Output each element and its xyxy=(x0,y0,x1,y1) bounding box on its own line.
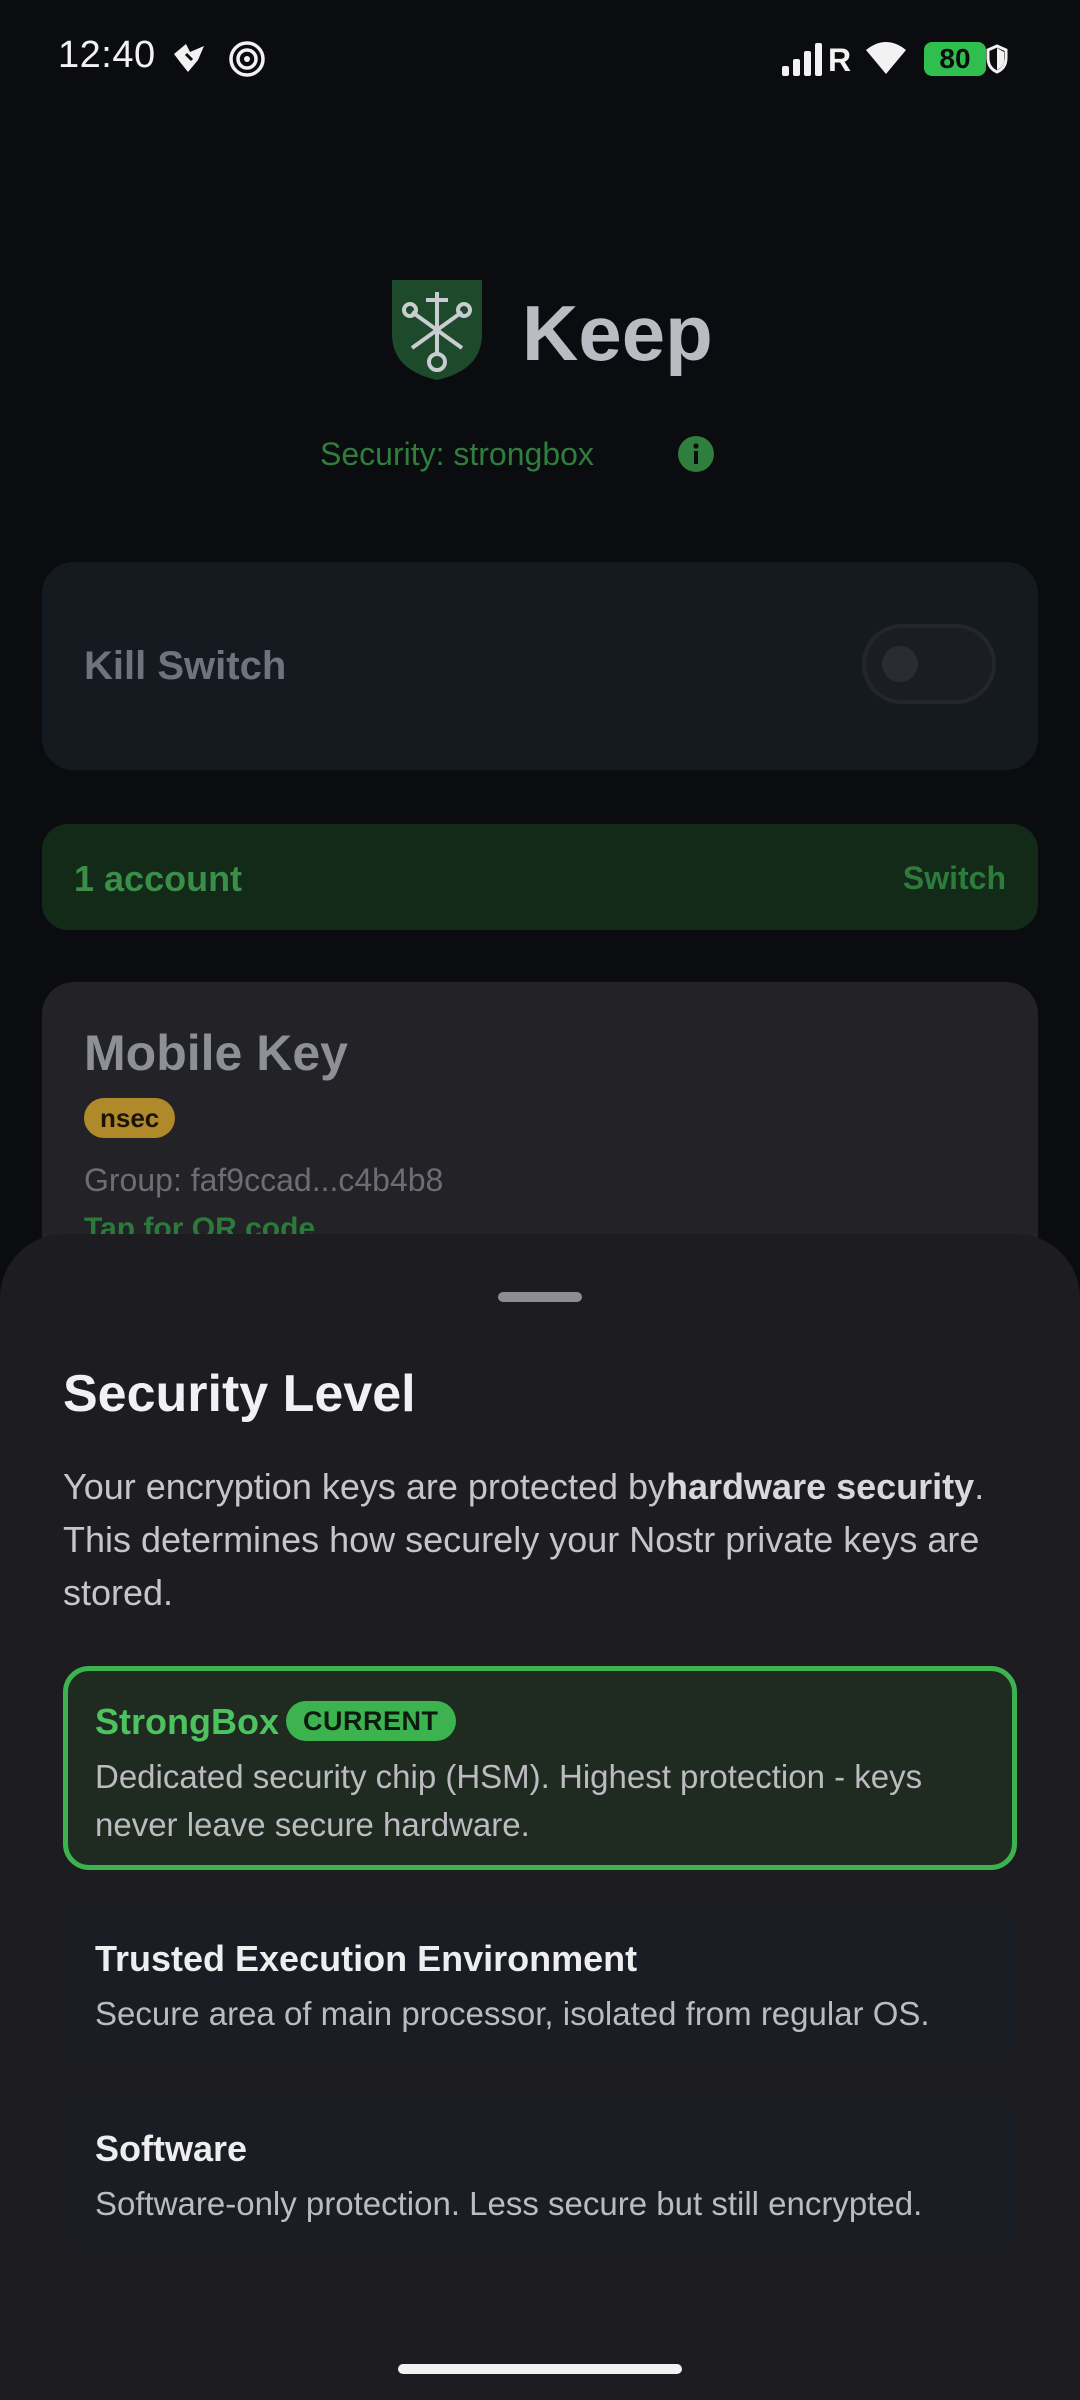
app-title: Keep xyxy=(522,289,713,377)
sheet-description: Your encryption keys are protected byhar… xyxy=(63,1460,1023,1619)
account-count: 1 account xyxy=(74,858,243,899)
kill-switch-toggle[interactable] xyxy=(862,624,996,704)
battery-level: 80 xyxy=(939,43,971,74)
option-title: Trusted Execution Environment xyxy=(95,1938,638,1979)
carrier-indicator: R xyxy=(828,42,852,78)
security-status[interactable]: Security: strongbox xyxy=(0,436,1080,476)
current-badge: CURRENT xyxy=(286,1701,456,1741)
option-title: StrongBox xyxy=(95,1701,279,1742)
key-group-id: Group: faf9ccad...c4b4b8 xyxy=(84,1162,444,1198)
option-description: Software-only protection. Less secure bu… xyxy=(95,2185,923,2222)
keep-logo-icon xyxy=(392,280,482,380)
target-icon xyxy=(229,41,265,77)
security-option-software[interactable]: Software Software-only protection. Less … xyxy=(63,2094,1017,2252)
home-indicator[interactable] xyxy=(398,2364,682,2374)
shield-icon xyxy=(986,44,1008,74)
accounts-card[interactable]: 1 account Switch xyxy=(42,824,1038,930)
status-bar: 12:40 R 80 xyxy=(0,0,1080,116)
sheet-title: Security Level xyxy=(63,1365,416,1423)
security-option-tee[interactable]: Trusted Execution Environment Secure are… xyxy=(63,1904,1017,2062)
toggle-knob xyxy=(882,646,918,682)
kill-switch-card: Kill Switch xyxy=(42,562,1038,770)
info-icon[interactable] xyxy=(676,434,716,474)
key-type-badge: nsec xyxy=(84,1098,176,1138)
option-description: Dedicated security chip (HSM). Highest p… xyxy=(95,1758,923,1843)
security-option-strongbox[interactable]: StrongBox CURRENT Dedicated security chi… xyxy=(63,1666,1017,1870)
notification-bird-icon xyxy=(174,44,204,72)
switch-account-button[interactable]: Switch xyxy=(903,860,1006,897)
app-header: Keep xyxy=(0,270,1080,390)
option-title: Software xyxy=(95,2128,248,2169)
wifi-icon xyxy=(866,42,906,74)
description-prefix: Your encryption keys are protected by xyxy=(63,1466,667,1507)
signal-icon xyxy=(782,43,822,76)
kill-switch-label: Kill Switch xyxy=(84,644,287,688)
description-emphasis: hardware security xyxy=(666,1466,975,1507)
sheet-drag-handle[interactable] xyxy=(498,1292,582,1302)
option-description: Secure area of main processor, isolated … xyxy=(95,1995,930,2032)
key-name: Mobile Key xyxy=(84,1025,348,1081)
security-status-label[interactable]: Security: strongbox xyxy=(320,436,594,473)
battery-icon: 80 xyxy=(924,42,986,76)
status-time: 12:40 xyxy=(58,34,156,76)
